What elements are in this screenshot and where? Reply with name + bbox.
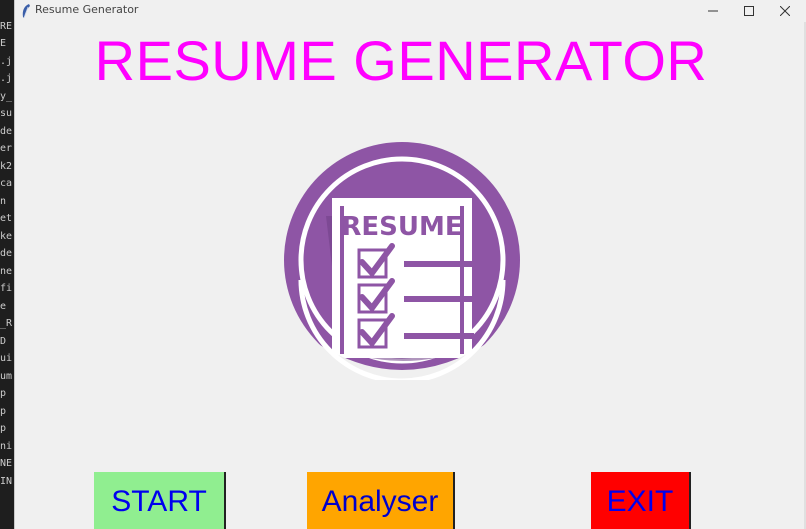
background-editor-line: on	[0, 195, 7, 207]
app-heading: RESUME GENERATOR	[94, 29, 708, 92]
background-editor-line: net	[0, 213, 13, 224]
background-editor-line: 4.j	[0, 73, 13, 84]
background-editor-line: y_R	[0, 318, 13, 329]
background-editor-line: ode	[0, 248, 13, 259]
analyser-button[interactable]: Analyser	[307, 472, 455, 529]
background-editor-line: sum	[0, 370, 13, 382]
background-editor-line: LIN	[0, 475, 13, 487]
background-editor-line: ner	[0, 143, 13, 154]
background-editor-line: mp	[0, 423, 7, 434]
background-editor-line: INE	[0, 458, 13, 469]
background-editor-line: ode	[0, 125, 13, 137]
background-editor-line: ok2	[0, 160, 13, 172]
start-button[interactable]: START	[94, 472, 226, 529]
background-editor-line: nfi	[0, 283, 13, 294]
background-editor-line: ne	[0, 300, 7, 312]
background-editor-line: ini	[0, 440, 13, 452]
close-button[interactable]	[767, 0, 803, 22]
background-editor-line: ORE	[0, 20, 13, 32]
maximize-button[interactable]	[731, 0, 767, 22]
background-editor-strip: t ORE ME 3.j 4.j My_esu ode ner ok2 oca on net oke od…	[0, 0, 14, 529]
background-editor-line: ME	[0, 38, 7, 49]
background-editor-line: esu	[0, 108, 13, 119]
background-editor-line: 3.j	[0, 55, 13, 67]
background-editor-line: ane	[0, 265, 13, 277]
resume-logo: RESUME	[282, 142, 522, 380]
feather-icon	[22, 4, 30, 19]
window-title: Resume Generator	[35, 3, 139, 16]
maximize-icon	[744, 6, 754, 16]
background-editor-line: t	[0, 0, 14, 18]
background-editor-line: mp	[0, 405, 7, 417]
background-editor-line: AD	[0, 335, 7, 347]
app-window: Resume Generator RESUME GENERATOR RESUME	[14, 0, 806, 529]
background-editor-line: oke	[0, 230, 13, 242]
background-editor-line: qui	[0, 353, 13, 364]
background-editor-line: mp	[0, 388, 7, 399]
minimize-button[interactable]	[695, 0, 731, 22]
logo-text: RESUME	[341, 212, 462, 242]
title-bar: Resume Generator	[15, 0, 806, 22]
exit-button[interactable]: EXIT	[591, 472, 691, 529]
close-icon	[780, 6, 790, 16]
background-editor-line: My_	[0, 90, 13, 102]
minimize-icon	[708, 10, 718, 12]
background-editor-line: oca	[0, 178, 13, 189]
